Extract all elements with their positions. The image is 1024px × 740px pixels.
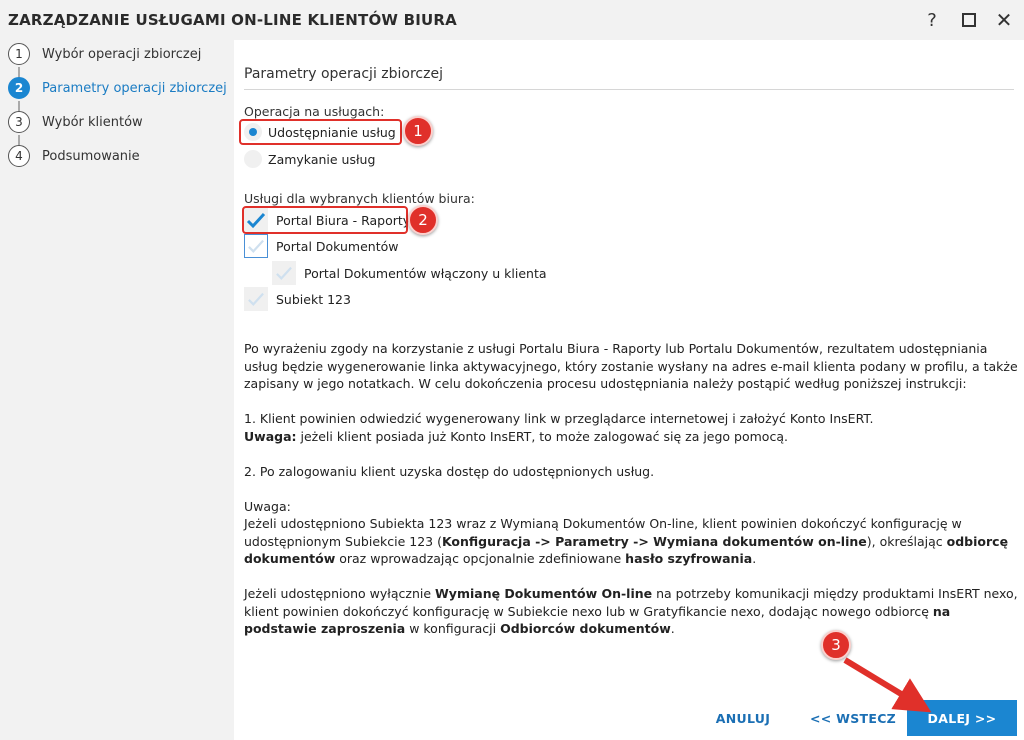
checkbox-label: Portal Dokumentów [276,238,399,254]
step-label-3: Wybór klientów [42,114,143,130]
checkbox[interactable] [272,261,296,285]
info-exchange-paragraph: Jeżeli udostępniono wyłącznie Wymianę Do… [244,585,1019,638]
text-span: . [670,621,675,636]
info-paragraph: Po wyrażeniu zgody na korzystanie z usłu… [244,341,1018,391]
help-icon[interactable]: ? [918,6,946,34]
step-label-2: Parametry operacji zbiorczej [42,80,227,96]
checkmark-icon [246,212,266,229]
checkbox-subiekt-123[interactable]: Subiekt 123 [244,286,351,312]
text-span: Jeżeli udostępniono wyłącznie [244,586,436,601]
checkbox-label: Portal Biura - Raporty [276,212,411,228]
checkbox[interactable] [244,287,268,311]
step-label-1: Wybór operacji zbiorczej [42,46,202,62]
step-item-4[interactable]: 4 Podsumowanie [8,144,140,168]
operation-group-label: Operacja na usługach: [244,104,385,119]
radio-close-services[interactable]: Zamykanie usług [244,148,375,170]
checkmark-icon [248,292,264,306]
checkmark-icon [248,239,264,253]
next-button[interactable]: DALEJ >> [907,700,1017,736]
checkbox-portal-dokumentow-wlaczony[interactable]: Portal Dokumentów włączony u klienta [272,260,547,286]
info-step-2: 2. Po zalogowaniu klient uzyska dostęp d… [244,463,655,479]
text-bold: Konfiguracja -> Parametry -> Wymiana dok… [441,533,867,549]
main-content: Parametry operacji zbiorczej Operacja na… [234,40,1024,693]
cancel-button[interactable]: ANULUJ [704,700,782,736]
back-button[interactable]: << WSTECZ [808,700,898,736]
step-label-4: Podsumowanie [42,148,140,164]
info-note-label: Uwaga: [244,428,297,444]
annotation-marker-3: 3 [821,630,851,660]
section-divider [244,89,1014,90]
wizard-footer: ANULUJ << WSTECZ DALEJ >> [234,693,1024,740]
info-note: Uwaga: jeżeli klient posiada już Konto I… [244,428,1019,446]
info-note-text: jeżeli klient posiada już Konto InsERT, … [296,428,788,444]
step-item-2[interactable]: 2 Parametry operacji zbiorczej [8,76,227,100]
info-step-1: 1. Klient powinien odwiedzić wygenerowan… [244,411,874,426]
step-number-4: 4 [8,145,30,167]
checkbox[interactable] [244,234,268,258]
close-icon[interactable]: ✕ [990,6,1018,34]
info-text: Po wyrażeniu zgody na korzystanie z usłu… [244,340,1019,638]
checkbox[interactable] [244,208,268,232]
radio-label: Udostępnianie usług [268,124,396,140]
checkbox-label: Subiekt 123 [276,291,351,307]
checkbox-label: Portal Dokumentów włączony u klienta [304,265,547,281]
annotation-marker-2: 2 [408,205,438,235]
text-span: w konfiguracji [405,621,501,636]
text-bold: hasło szyfrowania [625,551,753,566]
checkbox-portal-dokumentow[interactable]: Portal Dokumentów [244,233,399,259]
title-bar: ZARZĄDZANIE USŁUGAMI ON-LINE KLIENTÓW BI… [0,0,1024,40]
text-span: . [752,551,757,566]
step-number-1: 1 [8,43,30,65]
text-span: oraz wprowadzając opcjonalnie zdefiniowa… [335,551,626,566]
radio-button[interactable] [244,123,262,141]
radio-button[interactable] [244,150,262,168]
services-group-label: Usługi dla wybranych klientów biura: [244,191,475,206]
radio-label: Zamykanie usług [268,151,376,167]
text-bold: Odbiorców dokumentów [500,621,671,636]
text-bold: Wymianę Dokumentów On-line [435,586,653,601]
text-span: ), określając [866,533,947,549]
step-number-3: 3 [8,111,30,133]
section-title: Parametry operacji zbiorczej [244,66,443,82]
checkbox-portal-biura-raporty[interactable]: Portal Biura - Raporty [244,207,410,233]
window-title: ZARZĄDZANIE USŁUGAMI ON-LINE KLIENTÓW BI… [8,11,457,29]
checkmark-icon [276,266,292,280]
maximize-icon[interactable] [955,6,983,34]
info-subiekt-paragraph: Jeżeli udostępniono Subiekta 123 wraz z … [244,515,1019,568]
step-item-3[interactable]: 3 Wybór klientów [8,110,143,134]
annotation-marker-1: 1 [403,116,433,146]
radio-share-services[interactable]: Udostępnianie usług [244,121,396,143]
wizard-steps-sidebar: 1 Wybór operacji zbiorczej 2 Parametry o… [0,40,234,740]
step-number-2: 2 [8,77,30,99]
step-item-1[interactable]: 1 Wybór operacji zbiorczej [8,42,201,66]
info-warning-label: Uwaga: [244,498,291,514]
